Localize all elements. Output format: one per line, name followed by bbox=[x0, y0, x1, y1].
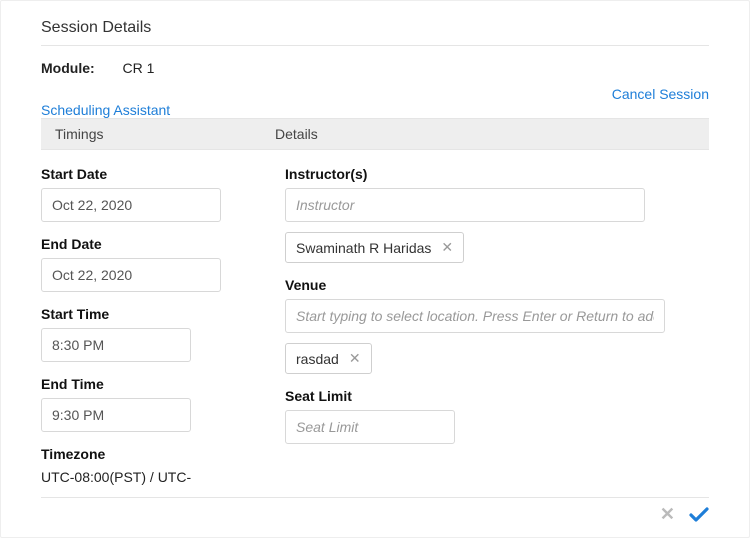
seat-limit-label: Seat Limit bbox=[285, 388, 709, 404]
timezone-label: Timezone bbox=[41, 446, 261, 462]
start-date-input[interactable] bbox=[41, 188, 221, 222]
close-icon[interactable]: ✕ bbox=[349, 350, 361, 367]
module-row: Module: CR 1 bbox=[41, 46, 709, 76]
end-time-label: End Time bbox=[41, 376, 261, 392]
instructor-input[interactable] bbox=[285, 188, 645, 222]
timezone-current: UTC-08:00(PST) / UTC-07:00(PDT) America/… bbox=[41, 468, 261, 491]
page-title: Session Details bbox=[41, 19, 709, 46]
section-headers: Timings Details bbox=[41, 118, 709, 150]
end-date-input[interactable] bbox=[41, 258, 221, 292]
instructor-chip: Swaminath R Haridas ✕ bbox=[285, 232, 464, 263]
end-time-input[interactable] bbox=[41, 398, 191, 432]
scheduling-assistant-link[interactable]: Scheduling Assistant bbox=[41, 102, 170, 118]
cancel-icon[interactable]: ✕ bbox=[660, 504, 675, 525]
cancel-session-link[interactable]: Cancel Session bbox=[612, 86, 709, 102]
instructors-label: Instructor(s) bbox=[285, 166, 709, 182]
module-label: Module: bbox=[41, 60, 95, 76]
details-header: Details bbox=[261, 119, 709, 149]
confirm-icon[interactable] bbox=[689, 507, 709, 523]
venue-label: Venue bbox=[285, 277, 709, 293]
close-icon[interactable]: ✕ bbox=[441, 239, 453, 256]
start-time-label: Start Time bbox=[41, 306, 261, 322]
start-time-input[interactable] bbox=[41, 328, 191, 362]
module-value: CR 1 bbox=[123, 60, 155, 76]
venue-chip: rasdad ✕ bbox=[285, 343, 372, 374]
end-date-label: End Date bbox=[41, 236, 261, 252]
timings-header: Timings bbox=[41, 119, 261, 149]
venue-chip-label: rasdad bbox=[296, 351, 339, 367]
start-date-label: Start Date bbox=[41, 166, 261, 182]
venue-input[interactable] bbox=[285, 299, 665, 333]
instructor-chip-label: Swaminath R Haridas bbox=[296, 240, 431, 256]
seat-limit-input[interactable] bbox=[285, 410, 455, 444]
